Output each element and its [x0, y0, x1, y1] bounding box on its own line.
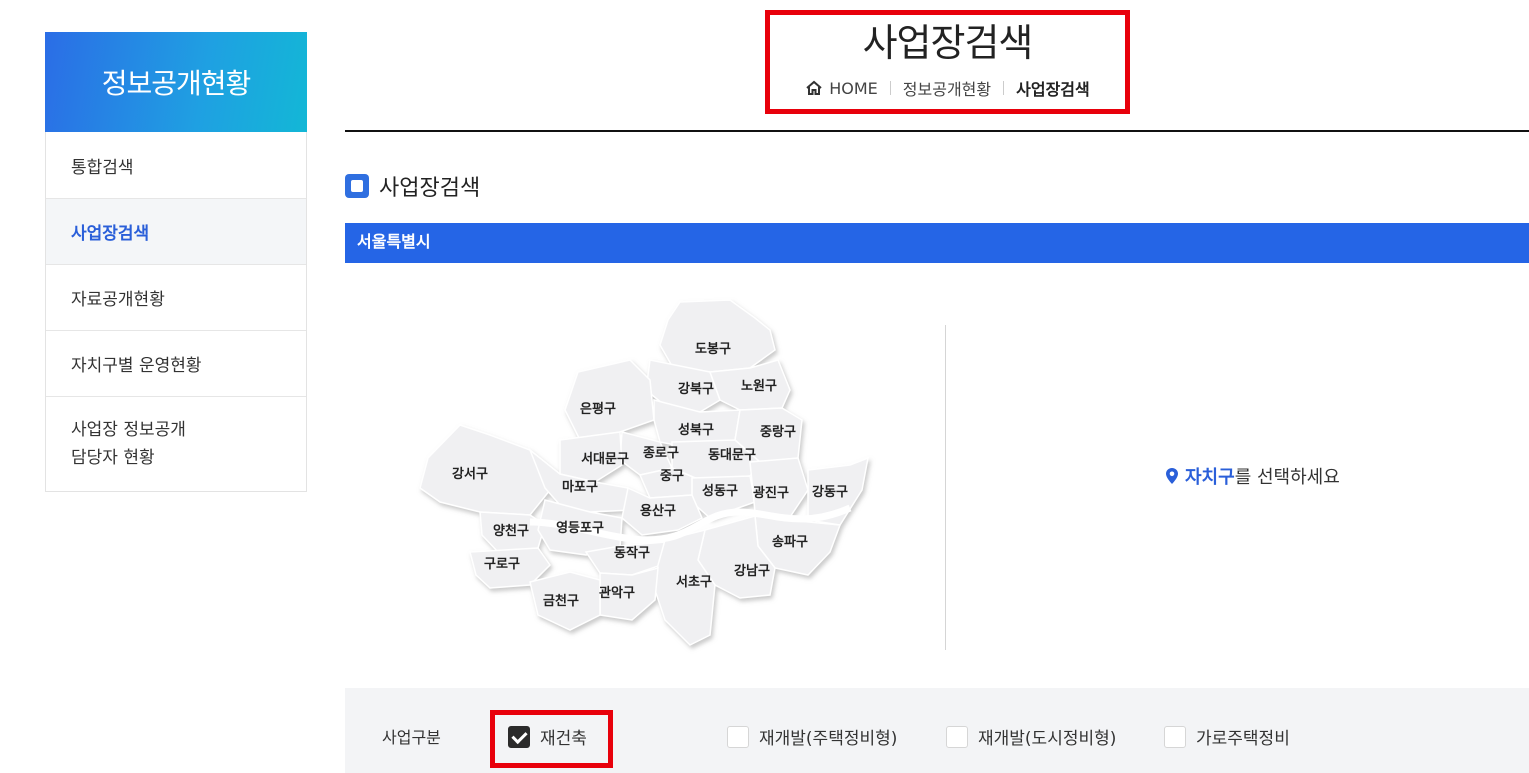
- district-label[interactable]: 용산구: [640, 503, 676, 519]
- option-redevelopment-housing[interactable]: 재개발(주택정비형): [727, 724, 897, 749]
- option-street-housing[interactable]: 가로주택정비: [1164, 724, 1290, 749]
- district-label[interactable]: 도봉구: [695, 342, 731, 357]
- breadcrumb: HOME 정보공개현황 사업장검색: [765, 76, 1130, 100]
- map-district-eunpyeong[interactable]: [564, 359, 655, 441]
- header-divider: [345, 130, 1529, 132]
- district-label[interactable]: 성북구: [678, 423, 714, 438]
- option-label: 재개발(주택정비형): [759, 729, 898, 749]
- sidebar-menu: 통합검색 사업장검색 자료공개현황 자치구별 운영현황 사업장 정보공개 담당자…: [45, 132, 307, 492]
- region-bar: 서울특별시: [345, 223, 1529, 263]
- filter-label: 사업구분: [382, 728, 441, 747]
- breadcrumb-separator: [889, 81, 891, 95]
- district-label[interactable]: 중랑구: [760, 425, 796, 440]
- checkbox[interactable]: [1164, 725, 1186, 748]
- district-label[interactable]: 동대문구: [708, 448, 756, 463]
- sidebar-item-data-disclosure[interactable]: 자료공개현황: [46, 264, 306, 330]
- breadcrumb-parent[interactable]: 정보공개현황: [903, 76, 991, 100]
- district-label[interactable]: 구로구: [484, 557, 520, 572]
- seoul-map-svg: 도봉구 강북구 노원구 은평구 성북구 중랑구 종로구 서대문구 동대문구 강서…: [419, 299, 869, 646]
- district-label[interactable]: 강남구: [734, 563, 770, 579]
- checkbox[interactable]: [946, 725, 968, 748]
- district-label[interactable]: 서대문구: [581, 452, 629, 467]
- option-redevelopment-urban[interactable]: 재개발(도시정비형): [946, 724, 1116, 749]
- option-label: 재건축: [540, 729, 587, 749]
- location-pin-icon: [1166, 468, 1178, 484]
- district-label[interactable]: 관악구: [599, 585, 635, 601]
- option-label: 재개발(도시정비형): [978, 729, 1117, 749]
- district-label[interactable]: 성동구: [702, 484, 738, 499]
- district-label[interactable]: 마포구: [562, 479, 598, 495]
- district-label[interactable]: 영등포구: [556, 521, 604, 536]
- breadcrumb-current: 사업장검색: [1016, 80, 1090, 99]
- map-divider: [945, 325, 946, 650]
- seoul-district-map: 도봉구 강북구 노원구 은평구 성북구 중랑구 종로구 서대문구 동대문구 강서…: [410, 290, 880, 660]
- breadcrumb-separator: [1003, 81, 1005, 95]
- sidebar-item-district-operation[interactable]: 자치구별 운영현황: [46, 330, 306, 396]
- sidebar-item-site-contact[interactable]: 사업장 정보공개 담당자 현황: [46, 396, 306, 491]
- district-label[interactable]: 은평구: [580, 401, 616, 417]
- prompt-text: 를 선택하세요: [1234, 467, 1340, 488]
- district-label[interactable]: 강동구: [812, 484, 848, 500]
- district-label[interactable]: 노원구: [741, 379, 777, 394]
- district-label[interactable]: 종로구: [643, 446, 679, 461]
- district-label[interactable]: 금천구: [543, 594, 579, 609]
- sidebar-item-integrated-search[interactable]: 통합검색: [46, 132, 306, 198]
- district-label[interactable]: 서초구: [676, 575, 712, 590]
- sidebar-item-label: 담당자 현황: [71, 448, 155, 468]
- square-bullet-icon: [345, 174, 369, 198]
- district-label[interactable]: 동작구: [614, 545, 650, 561]
- breadcrumb-home[interactable]: HOME: [829, 79, 878, 98]
- home-icon[interactable]: [805, 80, 823, 96]
- option-reconstruction[interactable]: 재건축: [508, 724, 587, 749]
- sidebar: 정보공개현황 통합검색 사업장검색 자료공개현황 자치구별 운영현황 사업장 정…: [45, 32, 307, 492]
- prompt-accent: 자치구: [1185, 467, 1235, 488]
- district-label[interactable]: 강서구: [452, 466, 488, 482]
- district-label[interactable]: 강북구: [678, 381, 714, 397]
- sidebar-title: 정보공개현황: [45, 32, 307, 132]
- option-label: 가로주택정비: [1196, 729, 1290, 749]
- district-label[interactable]: 송파구: [772, 535, 808, 550]
- district-label[interactable]: 중구: [660, 469, 684, 484]
- district-label[interactable]: 광진구: [753, 485, 789, 501]
- section-heading: 사업장검색: [345, 170, 480, 202]
- sidebar-item-site-search[interactable]: 사업장검색: [46, 198, 306, 264]
- map-district-dobong[interactable]: [659, 299, 776, 373]
- select-district-prompt: 자치구 를 선택하세요: [1165, 463, 1340, 489]
- district-label[interactable]: 양천구: [493, 524, 529, 539]
- checkbox[interactable]: [727, 725, 749, 748]
- checkbox-checked[interactable]: [508, 725, 530, 748]
- sidebar-item-label: 사업장 정보공개: [71, 420, 186, 440]
- page-title: 사업장검색: [862, 21, 1034, 65]
- section-title: 사업장검색: [379, 176, 481, 201]
